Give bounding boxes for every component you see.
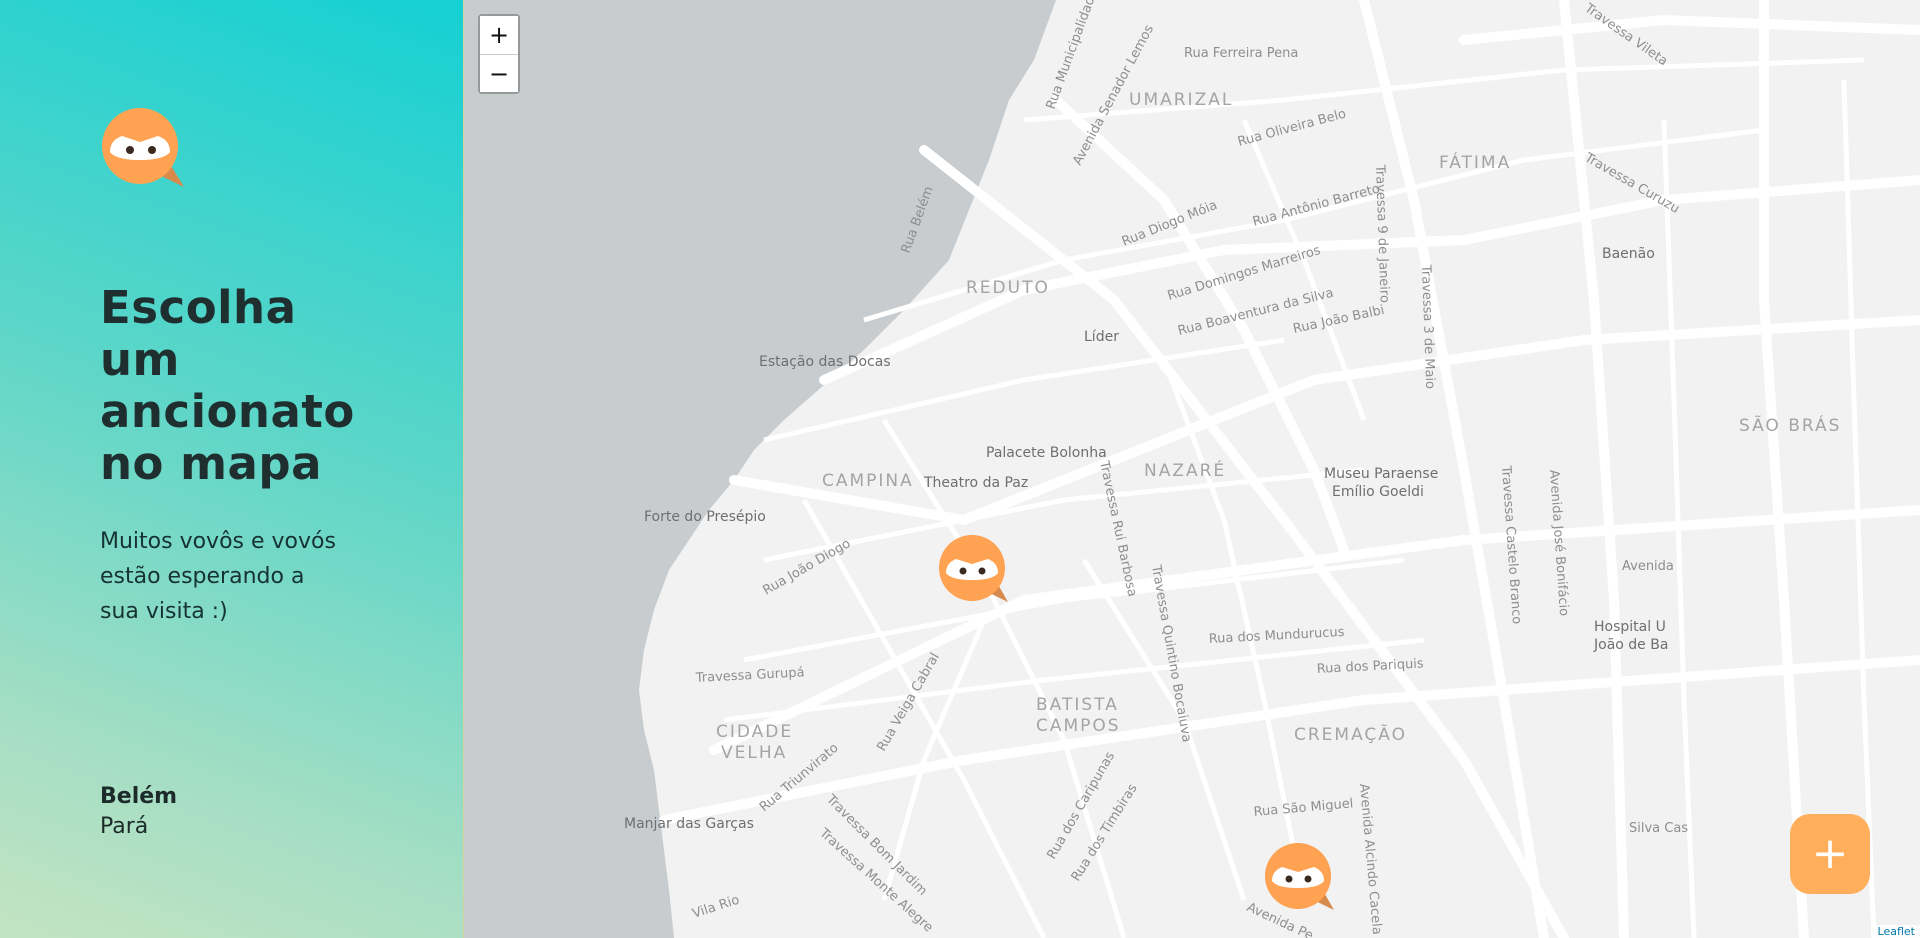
zoom-control: + − bbox=[478, 14, 520, 94]
svg-text:Avenida José Bonifácio: Avenida José Bonifácio bbox=[1546, 469, 1571, 616]
app-root: Escolha um ancionato no mapa Muitos vovô… bbox=[0, 0, 1920, 938]
map-attribution[interactable]: Leaflet bbox=[1872, 925, 1920, 938]
svg-text:Silva Cas: Silva Cas bbox=[1629, 821, 1688, 836]
owl-marker-icon[interactable] bbox=[938, 535, 1008, 603]
svg-text:Travessa 9 de Janeiro: Travessa 9 de Janeiro bbox=[1372, 164, 1392, 304]
svg-text:Rua Oliveira Belo: Rua Oliveira Belo bbox=[1236, 107, 1348, 150]
svg-text:FÁTIMA: FÁTIMA bbox=[1439, 151, 1511, 173]
svg-text:Travessa Gurupá: Travessa Gurupá bbox=[694, 665, 804, 686]
svg-text:Travessa Quintino Bocaiuva: Travessa Quintino Bocaiuva bbox=[1148, 563, 1194, 743]
svg-text:CAMPOS: CAMPOS bbox=[1036, 716, 1121, 736]
svg-text:REDUTO: REDUTO bbox=[966, 278, 1050, 298]
svg-text:Vila Rio: Vila Rio bbox=[691, 893, 742, 922]
svg-text:UMARIZAL: UMARIZAL bbox=[1129, 90, 1233, 110]
svg-text:Travessa Castelo Branco: Travessa Castelo Branco bbox=[1498, 464, 1524, 625]
svg-text:CIDADE: CIDADE bbox=[716, 722, 793, 742]
map-tiles[interactable]: UMARIZAL FÁTIMA REDUTO SÃO BRÁS NAZARÉ C… bbox=[464, 0, 1920, 938]
svg-text:Rua dos Mundurucus: Rua dos Mundurucus bbox=[1208, 625, 1345, 647]
svg-text:Theatro da Paz: Theatro da Paz bbox=[923, 475, 1028, 491]
add-button[interactable]: + bbox=[1790, 814, 1870, 894]
zoom-out-button[interactable]: − bbox=[480, 54, 518, 92]
svg-text:SÃO BRÁS: SÃO BRÁS bbox=[1739, 414, 1841, 436]
svg-text:Rua João Balbi: Rua João Balbi bbox=[1292, 303, 1386, 337]
svg-text:Avenida: Avenida bbox=[1622, 559, 1674, 574]
map[interactable]: UMARIZAL FÁTIMA REDUTO SÃO BRÁS NAZARÉ C… bbox=[464, 0, 1920, 938]
svg-text:NAZARÉ: NAZARÉ bbox=[1144, 459, 1226, 481]
svg-text:Palacete Bolonha: Palacete Bolonha bbox=[986, 445, 1107, 461]
svg-text:Rua Antônio Barreto: Rua Antônio Barreto bbox=[1251, 181, 1381, 229]
zoom-in-button[interactable]: + bbox=[480, 16, 518, 54]
svg-text:Rua Municipalidade: Rua Municipalidade bbox=[1044, 0, 1101, 111]
svg-text:Museu Paraense: Museu Paraense bbox=[1324, 466, 1438, 482]
owl-marker-icon[interactable] bbox=[1264, 843, 1334, 911]
svg-text:Baenão: Baenão bbox=[1602, 246, 1655, 262]
svg-text:Forte do Presépio: Forte do Presépio bbox=[644, 509, 766, 525]
svg-text:Líder: Líder bbox=[1084, 329, 1119, 345]
location-city: Belém bbox=[100, 784, 178, 809]
svg-text:Hospital U: Hospital U bbox=[1594, 619, 1666, 635]
svg-text:Emílio Goeldi: Emílio Goeldi bbox=[1332, 484, 1424, 500]
svg-text:Rua João Diogo: Rua João Diogo bbox=[761, 536, 854, 598]
svg-text:Travessa Rui Barbosa: Travessa Rui Barbosa bbox=[1096, 459, 1140, 598]
svg-text:Avenida Alcindo Cacela: Avenida Alcindo Cacela bbox=[1356, 783, 1384, 935]
svg-text:VELHA: VELHA bbox=[721, 743, 787, 763]
location-state: Pará bbox=[100, 814, 149, 839]
page-title: Escolha um ancionato no mapa bbox=[100, 281, 355, 490]
page-subtitle: Muitos vovôs e vovós estão esperando a s… bbox=[100, 529, 336, 624]
svg-text:Rua dos Caripunas: Rua dos Caripunas bbox=[1044, 749, 1118, 862]
owl-chat-icon bbox=[102, 108, 184, 187]
svg-text:João de Ba: João de Ba bbox=[1593, 637, 1668, 653]
location: Belém Pará bbox=[100, 782, 177, 842]
svg-text:Manjar das Garças: Manjar das Garças bbox=[624, 816, 754, 832]
svg-text:Rua São Miguel: Rua São Miguel bbox=[1253, 796, 1354, 820]
svg-text:CREMAÇÃO: CREMAÇÃO bbox=[1294, 723, 1407, 745]
svg-text:Rua dos Pariquis: Rua dos Pariquis bbox=[1316, 656, 1424, 677]
svg-text:Travessa 3 de Maio: Travessa 3 de Maio bbox=[1418, 264, 1437, 390]
svg-text:Rua Ferreira Pena: Rua Ferreira Pena bbox=[1184, 46, 1298, 61]
sidebar: Escolha um ancionato no mapa Muitos vovô… bbox=[0, 0, 464, 938]
svg-text:Travessa Vileta: Travessa Vileta bbox=[1581, 0, 1670, 69]
svg-text:Estação das Docas: Estação das Docas bbox=[759, 354, 891, 370]
svg-text:BATISTA: BATISTA bbox=[1036, 695, 1119, 715]
svg-text:CAMPINA: CAMPINA bbox=[822, 471, 914, 491]
